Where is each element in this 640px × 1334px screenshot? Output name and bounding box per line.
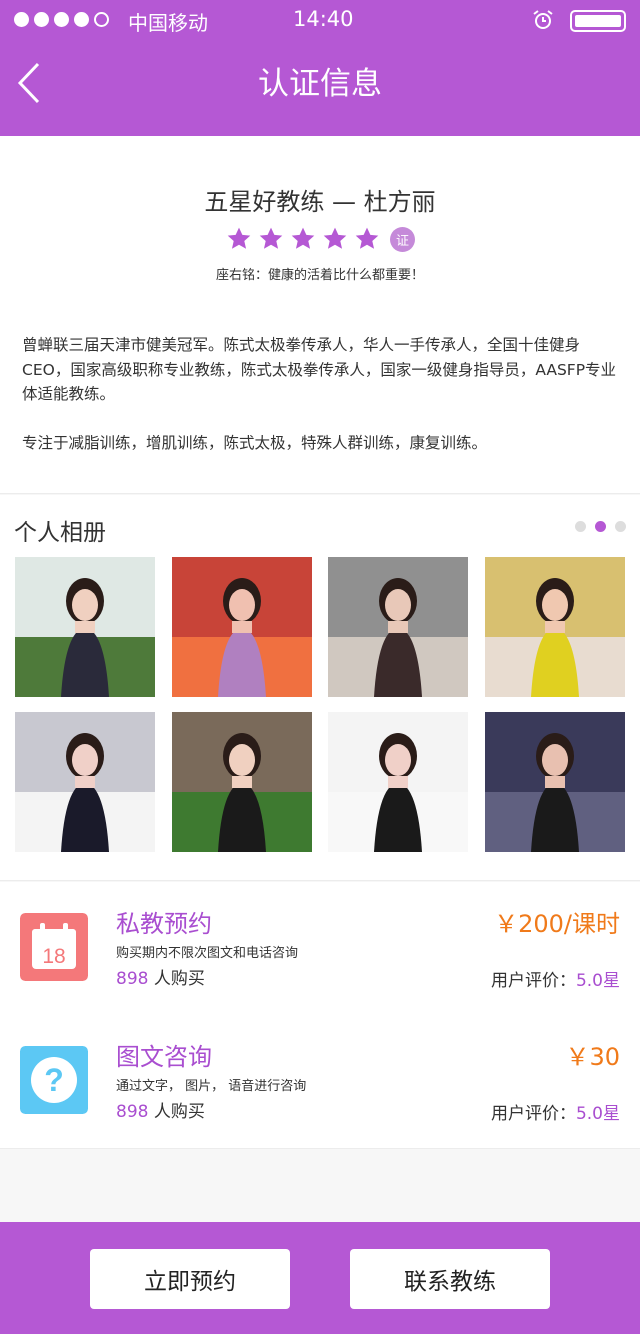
buyers-count: 898 <box>116 969 149 989</box>
buyers-suffix: 人购买 <box>148 1102 205 1122</box>
signal-dot <box>74 12 89 27</box>
status-bar: 中国移动 14:40 <box>0 0 640 40</box>
calendar-icon: 18 <box>20 913 88 981</box>
album-title: 个人相册 <box>14 520 106 546</box>
battery-icon <box>570 10 626 32</box>
service-rating: 用户评价：5.0星 <box>491 1099 620 1124</box>
bio-paragraph: 曾蝉联三届天津市健美冠军。陈式太极拳传承人，华人一手传承人，全国十佳健身CEO，… <box>22 336 617 403</box>
star-icon <box>355 227 379 249</box>
bio-paragraph: 专注于减脂训练，增肌训练，陈式太极，特殊人群训练，康复训练。 <box>22 433 488 452</box>
page-title: 认证信息 <box>258 66 382 102</box>
service-price: ￥30 <box>565 1043 620 1071</box>
coach-motto: 座右铭：健康的活着比什么都重要！ <box>215 268 424 283</box>
signal-dot <box>34 12 49 27</box>
photo-image <box>328 557 468 697</box>
header-bar: 中国移动 14:40 认证信息 <box>0 0 640 136</box>
buyers-count: 898 <box>116 1102 149 1122</box>
album-photo[interactable] <box>172 712 312 852</box>
service-name: 私教预约 <box>116 910 212 938</box>
signal-dot <box>94 12 109 27</box>
album-photo[interactable] <box>328 712 468 852</box>
service-name: 图文咨询 <box>116 1043 212 1071</box>
photo-image <box>485 712 625 852</box>
photo-image <box>15 712 155 852</box>
star-icon <box>259 227 283 249</box>
book-now-button[interactable]: 立即预约 <box>90 1249 290 1309</box>
service-buyers: 898 人购买 <box>116 964 205 989</box>
coach-bio: 曾蝉联三届天津市健美冠军。陈式太极拳传承人，华人一手传承人，全国十佳健身CEO，… <box>22 333 622 479</box>
star-icon <box>291 227 315 249</box>
album-photo[interactable] <box>15 557 155 697</box>
album-pager <box>575 521 626 532</box>
pager-dot[interactable] <box>575 521 586 532</box>
contact-coach-button[interactable]: 联系教练 <box>350 1249 550 1309</box>
photo-image <box>172 557 312 697</box>
battery-level <box>575 15 621 27</box>
calendar-day: 18 <box>42 945 65 968</box>
photo-image <box>485 557 625 697</box>
signal-dots <box>14 12 109 27</box>
service-desc: 通过文字， 图片， 语音进行咨询 <box>116 1079 307 1094</box>
alarm-icon <box>533 10 553 29</box>
buyers-suffix: 人购买 <box>148 969 205 989</box>
coach-profile: 五星好教练 — 杜方丽 证 座右铭：健康的活着比什么都重要！ 曾蝉联三届天津市健… <box>0 136 640 494</box>
pager-dot[interactable] <box>595 521 606 532</box>
star-icon <box>227 227 251 249</box>
service-desc: 购买期内不限次图文和电话咨询 <box>116 946 299 961</box>
certified-badge: 证 <box>390 226 415 252</box>
service-buyers: 898 人购买 <box>116 1097 205 1122</box>
rating-label: 用户评价： <box>490 1104 576 1124</box>
rating-value: 5.0星 <box>575 1104 620 1124</box>
rating-stars: 证 <box>226 226 415 252</box>
service-private-training[interactable]: 18 私教预约 购买期内不限次图文和电话咨询 898 人购买 ￥200/课时 用… <box>0 882 640 1016</box>
rating-value: 5.0星 <box>575 971 620 991</box>
carrier-label: 中国移动 <box>128 11 208 35</box>
question-mark: ? <box>44 1062 64 1098</box>
album-photo[interactable] <box>485 712 625 852</box>
rating-label: 用户评价： <box>490 971 576 991</box>
star-icon <box>323 227 347 249</box>
photo-image <box>328 712 468 852</box>
album-photo[interactable] <box>328 557 468 697</box>
clock: 14:40 <box>293 7 354 31</box>
service-text-consult[interactable]: ? 图文咨询 通过文字， 图片， 语音进行咨询 898 人购买 ￥30 用户评价… <box>0 1015 640 1149</box>
album-photo[interactable] <box>172 557 312 697</box>
coach-name-title: 五星好教练 — 杜方丽 <box>204 188 436 216</box>
footer-bar: 立即预约 联系教练 <box>0 1222 640 1334</box>
photo-album: 个人相册 <box>0 495 640 881</box>
service-price: ￥200/课时 <box>494 910 620 938</box>
service-rating: 用户评价：5.0星 <box>491 966 620 991</box>
question-icon: ? <box>20 1046 88 1114</box>
signal-dot <box>54 12 69 27</box>
pager-dot[interactable] <box>615 521 626 532</box>
photo-image <box>172 712 312 852</box>
album-photo[interactable] <box>485 557 625 697</box>
album-photo[interactable] <box>15 712 155 852</box>
signal-dot <box>14 12 29 27</box>
photo-image <box>15 557 155 697</box>
